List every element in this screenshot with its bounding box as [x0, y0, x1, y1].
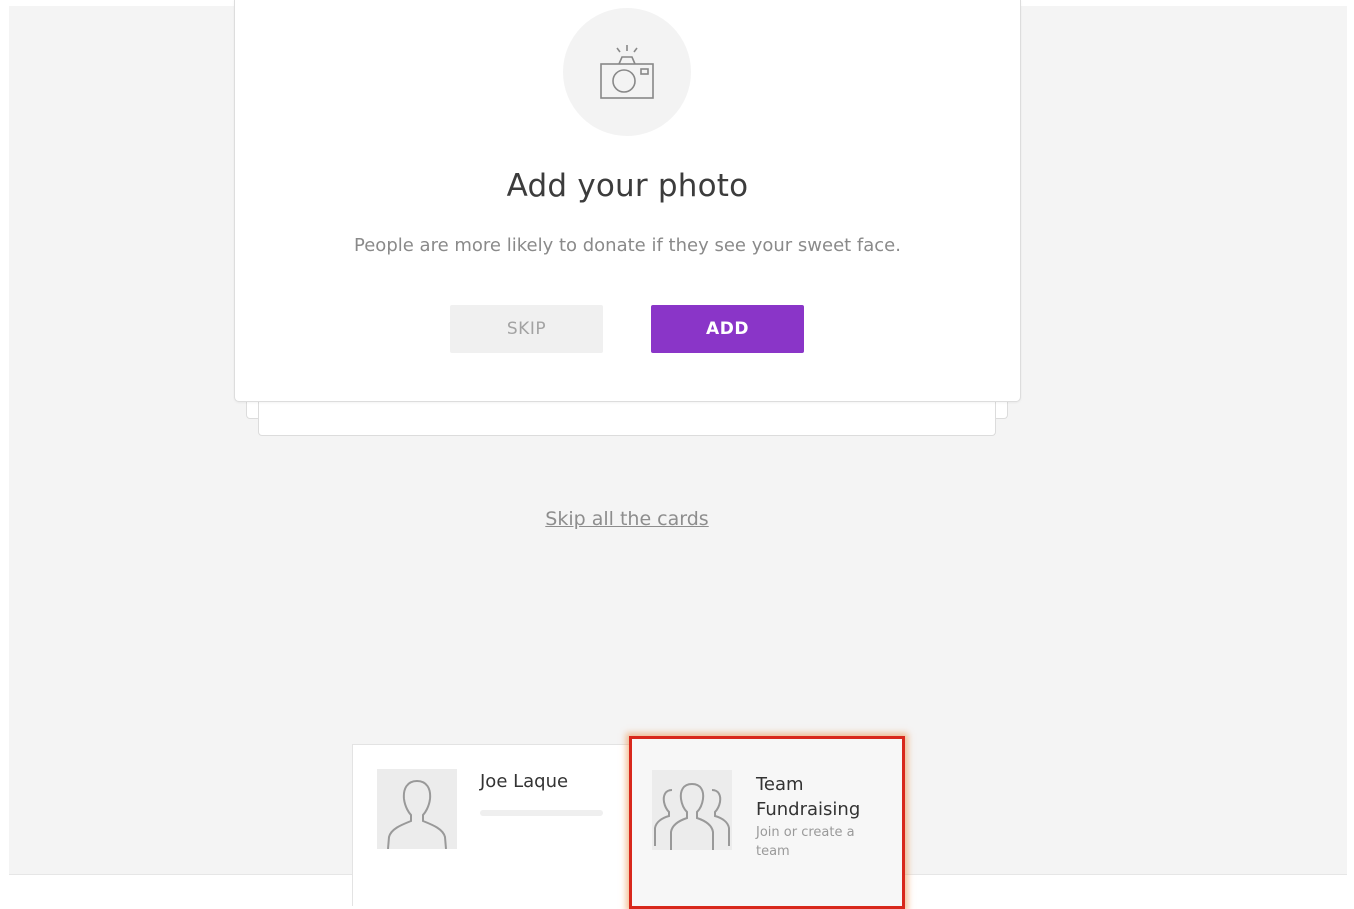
group-silhouette-icon	[654, 783, 730, 850]
avatar	[377, 769, 457, 849]
camera-icon	[600, 45, 654, 99]
fundraising-progress-bar	[480, 810, 603, 816]
skip-button[interactable]: SKIP	[450, 305, 603, 353]
skip-all-cards-link[interactable]: Skip all the cards	[0, 508, 1254, 530]
photo-placeholder[interactable]	[563, 8, 691, 136]
team-description: Join or create a team	[756, 825, 855, 859]
team-avatar	[652, 770, 732, 850]
add-button[interactable]: ADD	[651, 305, 804, 353]
card-subtitle: People are more likely to donate if they…	[354, 235, 901, 256]
bottom-tray: Joe Laque Team Fundraising Join or creat…	[352, 736, 905, 909]
card-stack-layer	[258, 398, 996, 436]
team-title: Team Fundraising	[756, 774, 861, 820]
card-title: Add your photo	[506, 168, 749, 204]
profile-name: Joe Laque	[480, 771, 569, 792]
person-silhouette-icon	[387, 780, 447, 849]
add-photo-card: Add your photo People are more likely to…	[234, 0, 1021, 402]
team-fundraising-tile[interactable]: Team Fundraising Join or create a team	[629, 736, 905, 909]
profile-tile[interactable]: Joe Laque	[353, 745, 625, 906]
